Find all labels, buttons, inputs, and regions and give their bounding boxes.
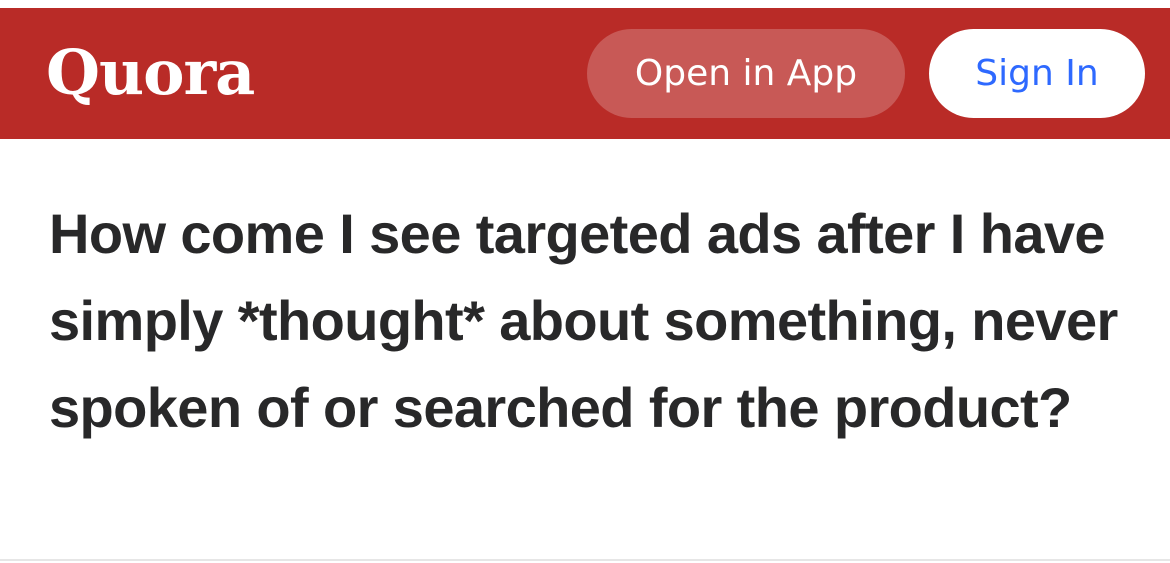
app-header: Quora Open in App Sign In (0, 8, 1170, 139)
quora-logo[interactable]: Quora (46, 38, 255, 108)
top-strip (0, 0, 1170, 8)
sign-in-button[interactable]: Sign In (929, 29, 1145, 118)
question-title[interactable]: How come I see targeted ads after I have… (49, 190, 1129, 451)
page: Quora Open in App Sign In How come I see… (0, 0, 1170, 563)
divider (0, 559, 1170, 561)
open-in-app-button[interactable]: Open in App (587, 29, 905, 118)
